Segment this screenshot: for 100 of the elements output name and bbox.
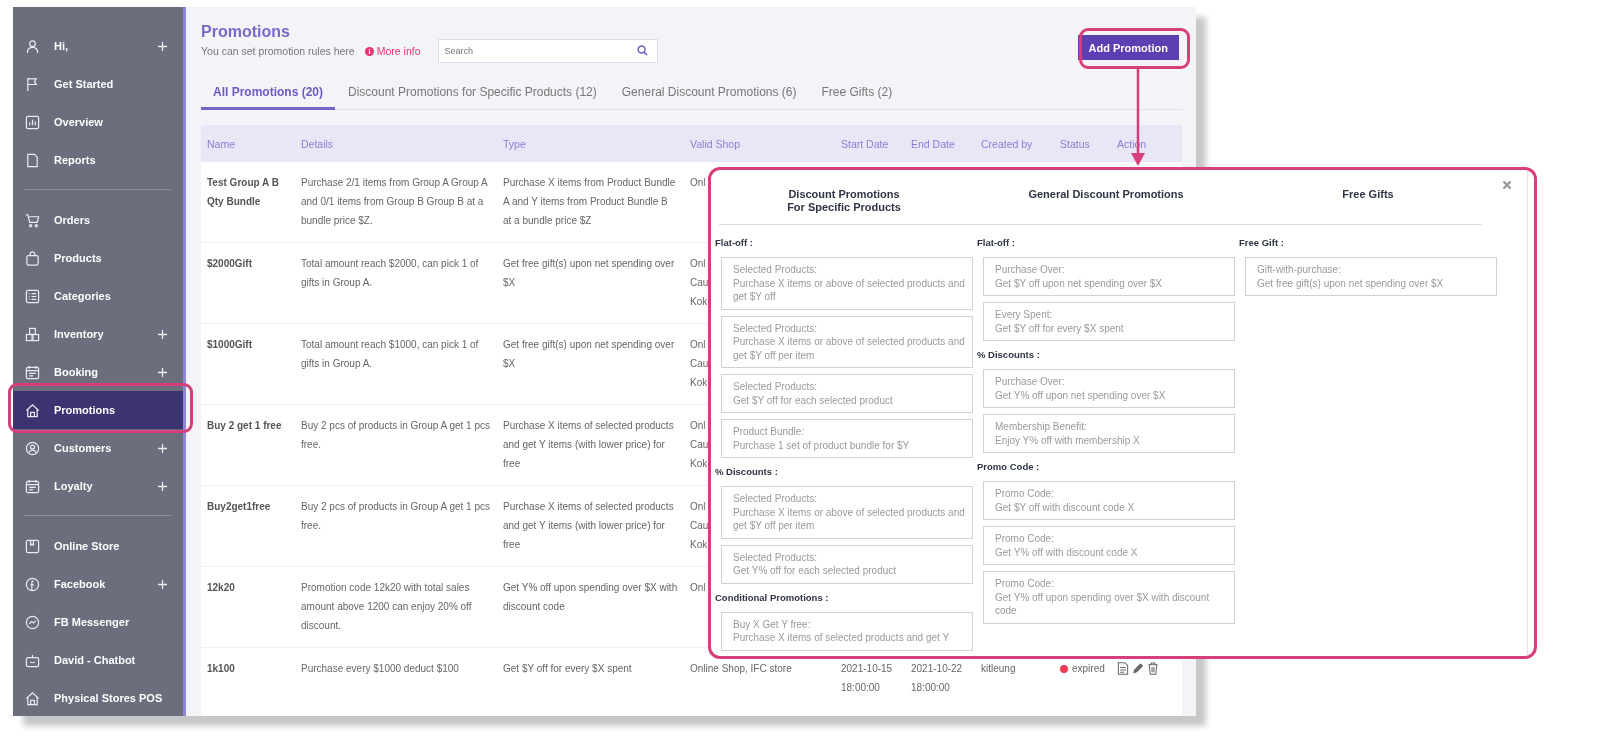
table-cell-text: Buy 2 pcs of products in Group A get 1 pcs free.: [300, 500, 491, 533]
plus-icon[interactable]: [158, 579, 167, 589]
section-label: Flat-off :: [977, 237, 1016, 248]
plus-icon[interactable]: [158, 41, 167, 51]
section-label: Conditional Promotions :: [715, 591, 830, 603]
table-cell-text: Purchase X items from Product Bundle A and Y items from Product Bundle B at a bundle price $Z: [502, 176, 677, 228]
promotion-option[interactable]: Promo Code: Get Y% off upon spending over $X with discount code: [983, 571, 1235, 624]
promotion-option[interactable]: Selected Products: Purchase X items or above of selected products and get $Y off: [721, 257, 973, 310]
column-title: Discount Promotions For Specific Products: [786, 187, 902, 215]
table-cell-text: Buy 2 get 1 free: [206, 419, 283, 433]
plus-icon[interactable]: [158, 443, 167, 453]
sidebar-item[interactable]: FB Messenger: [13, 603, 183, 641]
promotion-option[interactable]: Buy X Get Y free: Purchase X items of selected products and get Y: [721, 611, 973, 651]
sidebar-item[interactable]: Inventory: [13, 315, 183, 353]
table-cell-text: Purchase X items of selected products and get Y items (with lower price) for free: [502, 419, 675, 471]
table-cell: kitleung: [981, 663, 1016, 674]
column-header: End Date: [910, 137, 956, 150]
facebook-icon: [25, 576, 40, 592]
section-label: % Discounts :: [977, 349, 1041, 360]
plus-icon[interactable]: [158, 367, 167, 377]
sidebar-item[interactable]: Reports: [13, 141, 183, 179]
column-header: Created by: [980, 137, 1034, 150]
calendar-icon: [25, 364, 40, 380]
table-cell-text: Buy 2 pcs of products in Group A get 1 pcs free.: [300, 419, 491, 452]
promotion-option[interactable]: Purchase Over: Get $Y off upon net spending over $X: [983, 257, 1235, 296]
table-cell: Onl: [690, 177, 706, 188]
sidebar-item[interactable]: Categories: [13, 277, 183, 315]
column-header: Name: [206, 137, 236, 150]
plus-icon[interactable]: [158, 481, 167, 491]
document-icon[interactable]: [1117, 662, 1129, 675]
tab[interactable]: General Discount Promotions (6): [609, 79, 809, 110]
document-icon: [25, 152, 40, 168]
bar-chart-icon: [25, 114, 40, 130]
promotion-option[interactable]: Promo Code: Get $Y off with discount code X: [983, 481, 1235, 520]
section-label: Promo Code :: [977, 461, 1041, 472]
sidebar-item[interactable]: Overview: [13, 103, 183, 141]
table-cell: Onl Cau Kok: [690, 420, 709, 469]
sidebar-item[interactable]: Booking: [13, 353, 183, 391]
house-icon: [25, 690, 40, 706]
sidebar-item[interactable]: Facebook: [13, 565, 183, 603]
table-cell-text: Get free gift(s) upon net spending over $X: [502, 257, 676, 290]
promotion-option[interactable]: Membership Benefit: Enjoy Y% off with membership X: [983, 414, 1235, 453]
tab[interactable]: Discount Promotions for Specific Products (12): [336, 79, 609, 110]
sidebar-item[interactable]: Hi,: [13, 27, 183, 65]
promotion-option[interactable]: Selected Products: Get Y% off for each selected product: [721, 544, 973, 584]
list-icon: [25, 288, 40, 304]
promotion-option[interactable]: Selected Products: Get $Y off for each selected product: [721, 374, 973, 413]
table-cell: Onl: [690, 582, 706, 593]
table-cell: Online Shop, IFC store: [690, 663, 792, 674]
sidebar-item[interactable]: Promotions: [13, 391, 183, 429]
bag-icon: [25, 250, 40, 266]
column-header: Type: [502, 137, 527, 150]
promotion-option[interactable]: Purchase Over: Get Y% off upon net spending over $X: [983, 369, 1235, 408]
table-cell-text: Purchase every $1000 deduct $100: [300, 662, 460, 676]
tab[interactable]: Free Gifts (2): [809, 79, 905, 110]
page-subtitle: You can set promotion rules here: [201, 45, 355, 57]
table-cell-text: Buy2get1free: [206, 500, 272, 514]
promotion-option[interactable]: Product Bundle: Purchase 1 set of product bundle for $Y: [721, 419, 973, 458]
sidebar-item[interactable]: Loyalty: [13, 467, 183, 505]
column-header: Start Date: [840, 137, 890, 150]
table-cell-text: Total amount reach $2000, can pick 1 of gifts in Group A.: [300, 257, 480, 290]
table-cell-text: 12k20: [206, 581, 236, 595]
column-title: General Discount Promotions: [1027, 187, 1185, 202]
promotion-option[interactable]: Promo Code: Get Y% off with discount code X: [983, 526, 1235, 565]
tab[interactable]: All Promotions (20): [201, 79, 335, 110]
table-cell-text: Get $Y off for every $X spent: [502, 662, 633, 676]
column-header: Details: [300, 137, 335, 150]
trash-icon[interactable]: [1147, 662, 1159, 675]
sidebar-item[interactable]: Online Store: [13, 527, 183, 565]
promotion-option[interactable]: Gift-with-purchase: Get free gift(s) upon net spending over $X: [1245, 257, 1497, 296]
sidebar-item[interactable]: David - Chatbot: [13, 641, 183, 679]
sidebar-item[interactable]: Get Started: [13, 65, 183, 103]
person-circle-icon: [25, 440, 40, 456]
more-info-link[interactable]: More info: [364, 45, 421, 57]
pencil-icon[interactable]: [1132, 662, 1144, 675]
search-icon[interactable]: [636, 45, 648, 56]
table-cell-text: 1k100: [206, 662, 236, 676]
table-cell-text: Purchase X items of selected products and get Y items (with lower price) for free: [502, 500, 675, 552]
calendar-icon: [25, 478, 40, 494]
section-label: Free Gift :: [1239, 237, 1285, 248]
sidebar-item[interactable]: Orders: [13, 201, 183, 239]
sidebar-item[interactable]: Products: [13, 239, 183, 277]
column-header: Status: [1059, 137, 1091, 150]
user-icon: [25, 38, 40, 54]
table-cell: Onl Cau Kok: [690, 339, 709, 388]
status-label: expired: [1072, 662, 1105, 676]
info-icon: [364, 46, 374, 56]
table-cell-text: $2000Gift: [206, 257, 254, 271]
search-field[interactable]: Search: [437, 39, 658, 63]
promotion-option[interactable]: Selected Products: Purchase X items or above of selected products and get $Y off per item: [721, 486, 973, 539]
promotion-option[interactable]: Selected Products: Purchase X items or above of selected products and get $Y off per item: [721, 315, 973, 368]
section-label: % Discounts :: [715, 466, 779, 477]
table-cell: 2021-10-15 18:00:00: [841, 663, 893, 693]
sidebar-item[interactable]: Customers: [13, 429, 183, 467]
add-promotion-button[interactable]: Add Promotion: [1077, 35, 1179, 60]
promotion-option[interactable]: Every Spent: Get $Y off for every $X spent: [983, 302, 1235, 341]
sidebar-item[interactable]: Physical Stores POS: [13, 679, 183, 717]
table-cell-text: Promotion code 12k20 with total sales amount above 1200 can enjoy 20% off discount.: [300, 581, 473, 633]
plus-icon[interactable]: [158, 329, 167, 339]
close-icon[interactable]: [1502, 180, 1512, 190]
